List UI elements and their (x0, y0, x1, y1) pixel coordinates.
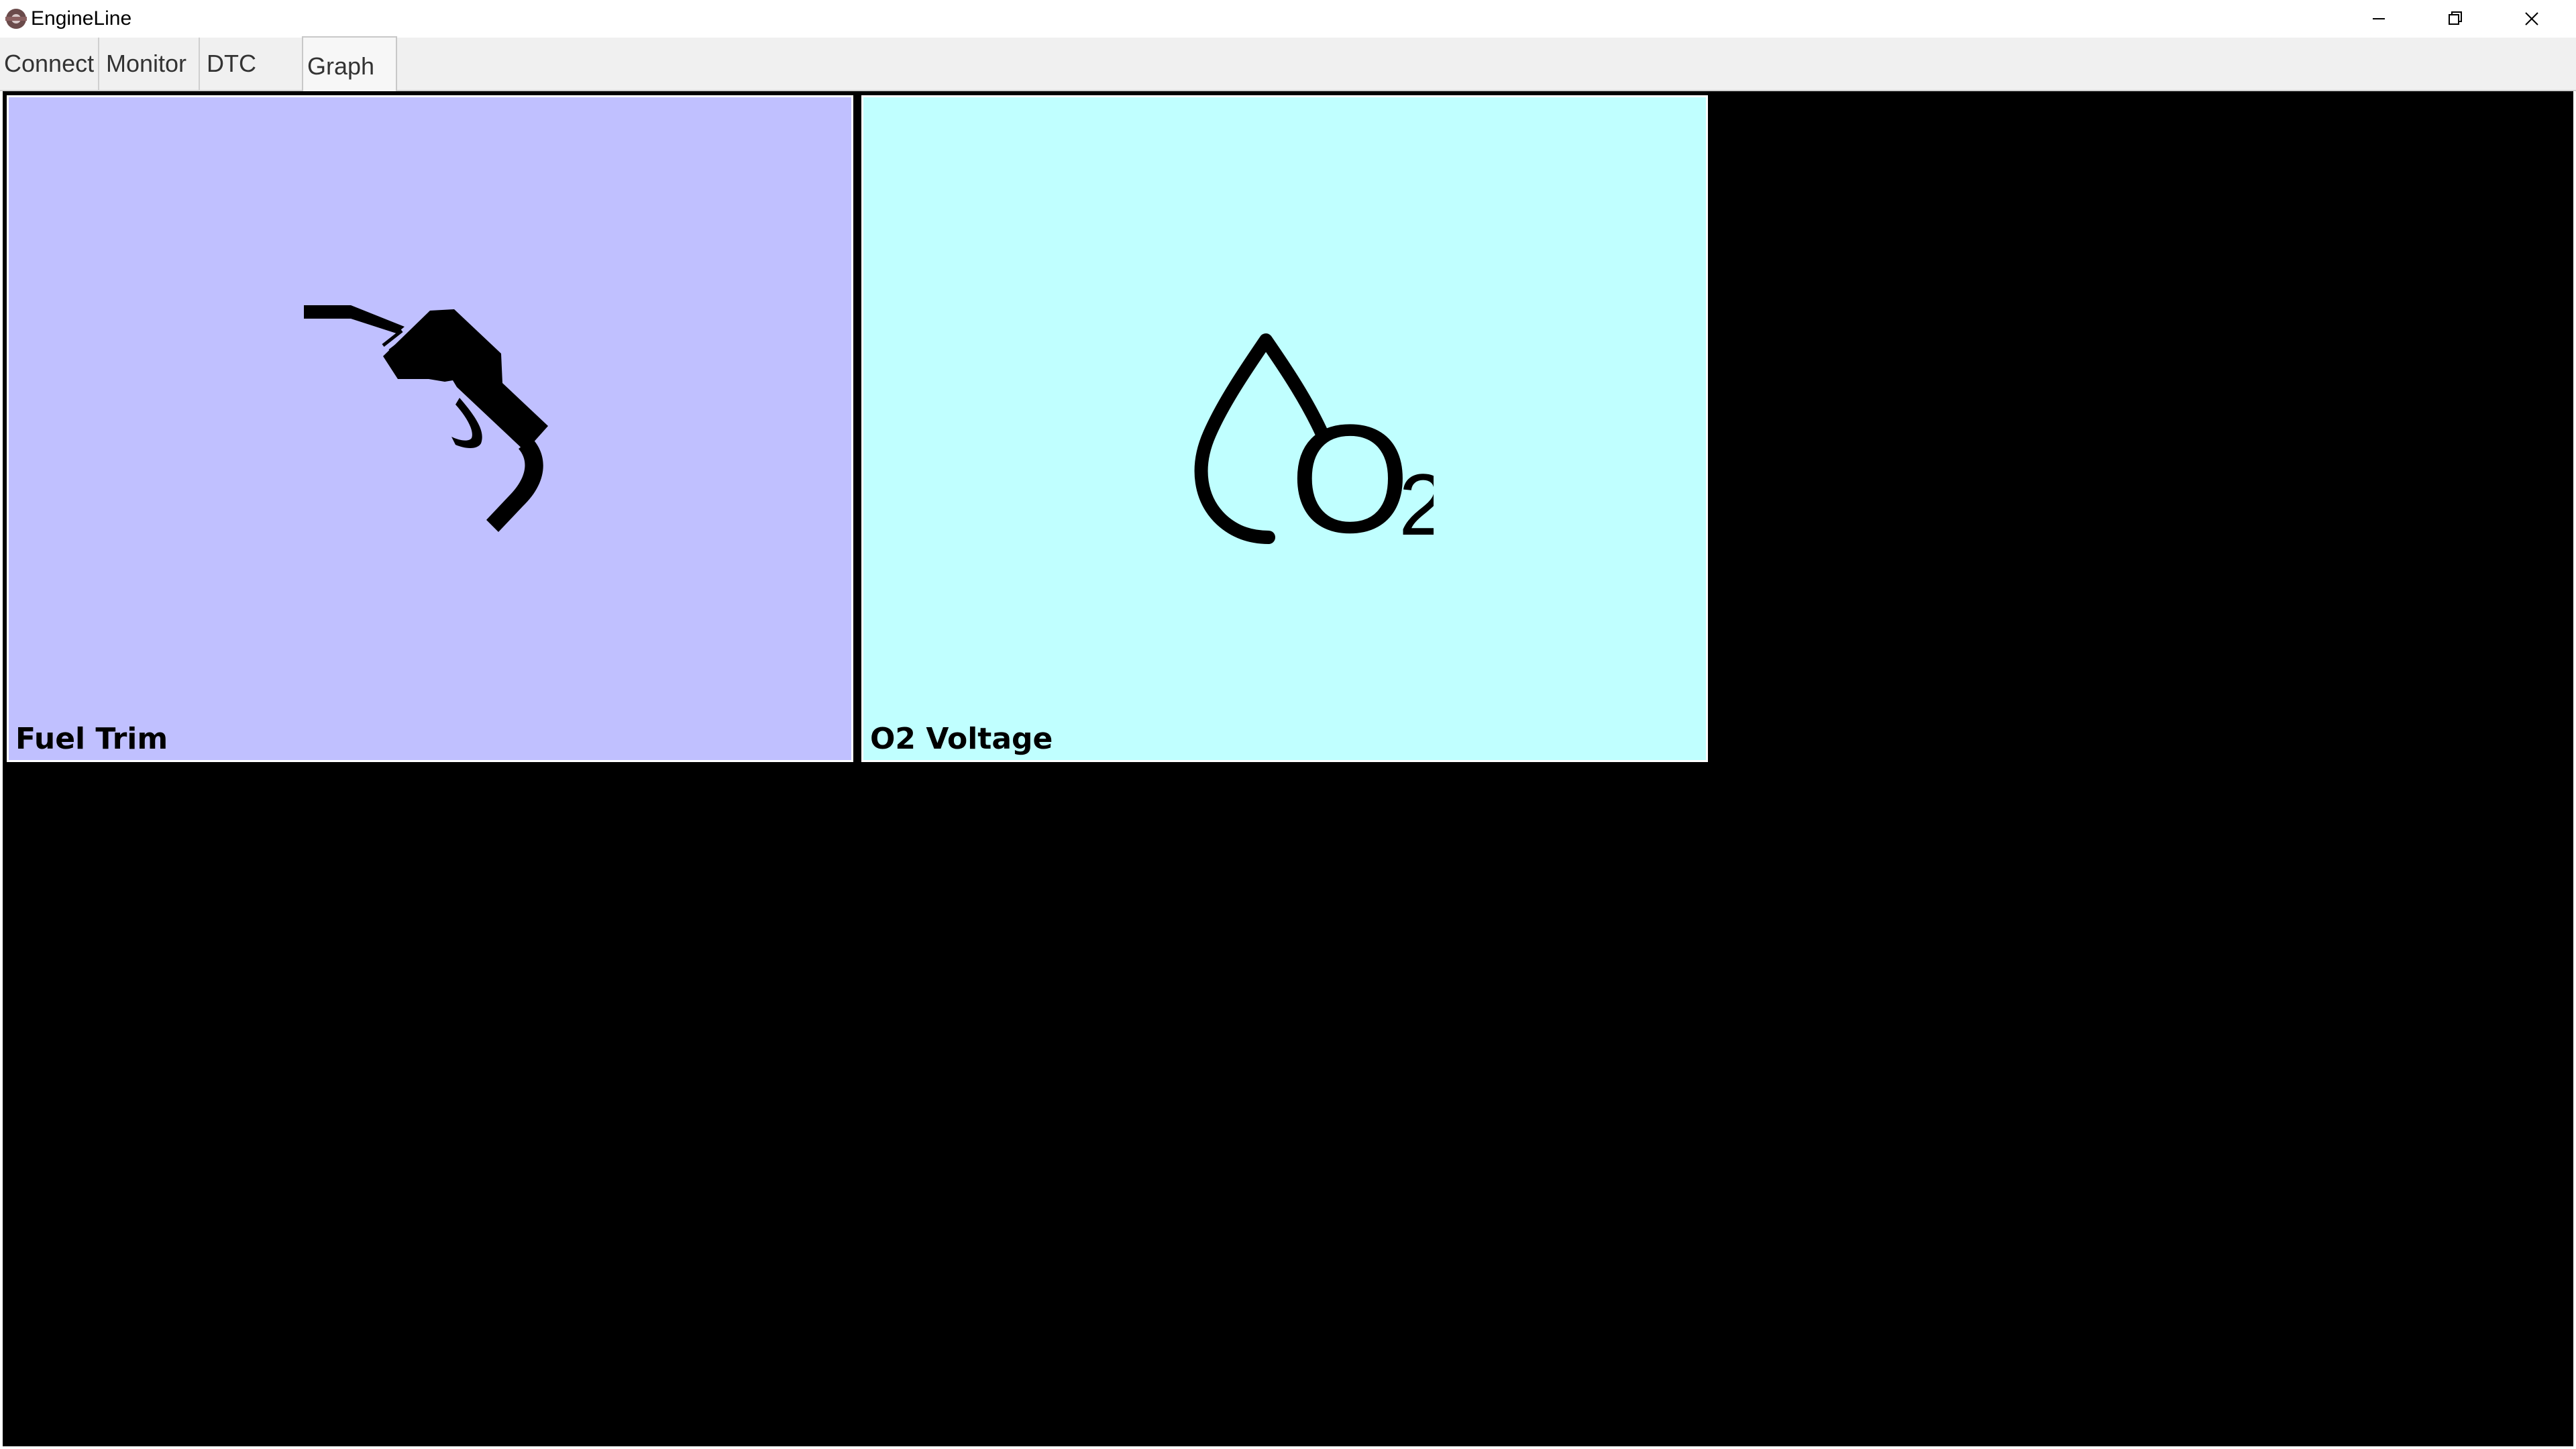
tab-graph[interactable]: Graph (302, 36, 397, 91)
o2-voltage-tile[interactable]: O 2 O2 Voltage (861, 95, 1708, 762)
fuel-trim-label: Fuel Trim (15, 722, 168, 756)
minimize-button[interactable] (2341, 0, 2416, 38)
title-bar: EngineLine (0, 0, 2576, 38)
restore-icon (2449, 11, 2462, 25)
engine-app-icon (5, 9, 27, 29)
close-button[interactable] (2494, 0, 2569, 38)
tab-bar: Connect Monitor DTC Graph (0, 36, 2576, 91)
tab-monitor[interactable]: Monitor (102, 38, 200, 90)
o2-voltage-label: O2 Voltage (870, 722, 1053, 756)
restore-button[interactable] (2418, 0, 2493, 38)
fuel-nozzle-icon (304, 305, 548, 532)
oxygen-subscript: 2 (1399, 455, 1434, 553)
oxygen-letter: O (1290, 392, 1410, 565)
close-icon (2525, 12, 2538, 25)
tab-dtc[interactable]: DTC (203, 38, 283, 90)
window-title: EngineLine (31, 7, 132, 30)
oxygen-drop-icon: O 2 (1194, 333, 1434, 565)
graph-tile-area: Fuel Trim O 2 O2 Voltage (3, 91, 2573, 1446)
tab-connect[interactable]: Connect (0, 38, 99, 90)
fuel-trim-tile[interactable]: Fuel Trim (7, 95, 853, 762)
minimize-icon (2373, 18, 2385, 19)
